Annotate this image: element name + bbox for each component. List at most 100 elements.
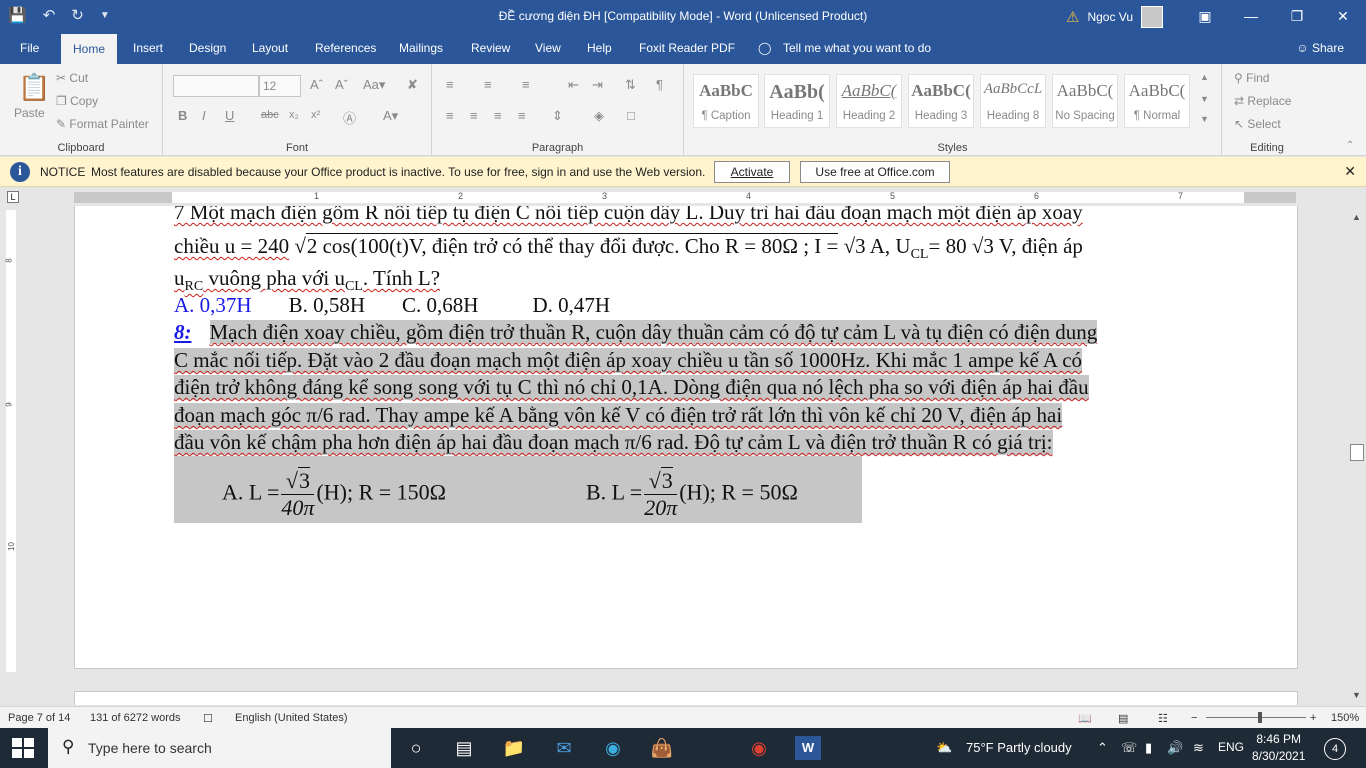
zoom-out-icon[interactable]: − [1191, 712, 1197, 724]
paste-button[interactable]: Paste [14, 106, 45, 120]
zoom-slider[interactable] [1206, 717, 1306, 718]
use-free-button[interactable]: Use free at Office.com [800, 161, 950, 183]
taskbar-search[interactable]: ⚲ Type here to search [48, 728, 391, 768]
style-no-spacing[interactable]: AaBbC(No Spacing [1052, 74, 1118, 128]
change-case-icon[interactable]: Aa▾ [363, 77, 385, 93]
tab-view[interactable]: View [535, 41, 561, 55]
underline-icon[interactable]: U [225, 108, 234, 123]
vertical-ruler[interactable]: 8 9 10 [5, 210, 16, 672]
clock[interactable]: 8:46 PM 8/30/2021 [1252, 731, 1305, 765]
tell-me-search[interactable]: Tell me what you want to do [783, 41, 931, 55]
decrease-indent-icon[interactable]: ⇤ [568, 77, 579, 93]
weather-icon[interactable]: ⛅ [936, 740, 952, 756]
minimize-button[interactable]: — [1228, 0, 1274, 32]
align-center-icon[interactable]: ≡ [470, 108, 478, 123]
tab-mailings[interactable]: Mailings [399, 41, 443, 55]
user-area[interactable]: ⚠ Ngoc Vu [1066, 6, 1164, 28]
tab-foxit[interactable]: Foxit Reader PDF [639, 41, 735, 55]
font-size-select[interactable]: 12 [259, 75, 301, 97]
read-mode-icon[interactable]: 📖 [1078, 712, 1092, 725]
zoom-in-icon[interactable]: + [1310, 712, 1316, 724]
bold-icon[interactable]: B [178, 108, 187, 123]
copy-button[interactable]: ❐ Copy [56, 94, 98, 108]
language-tray[interactable]: ENG [1218, 740, 1244, 754]
bullets-icon[interactable]: ≡ [446, 77, 454, 92]
weather-text[interactable]: 75°F Partly cloudy [966, 740, 1072, 755]
chrome-icon[interactable]: ◉ [746, 736, 772, 760]
store-icon[interactable]: 👜 [649, 736, 675, 760]
borders-icon[interactable]: □ [627, 108, 635, 123]
increase-indent-icon[interactable]: ⇥ [592, 77, 603, 93]
font-color-icon[interactable]: A▾ [383, 108, 398, 124]
scroll-down-icon[interactable]: ▼ [1352, 690, 1361, 700]
styles-more-icon[interactable]: ▼ [1200, 114, 1209, 124]
numbering-icon[interactable]: ≡ [484, 77, 492, 92]
sort-icon[interactable]: ⇅ [625, 77, 636, 93]
edge-icon[interactable]: ◉ [600, 736, 626, 760]
file-explorer-icon[interactable]: 📁 [501, 736, 527, 760]
word-icon[interactable]: W [795, 736, 821, 760]
grow-font-icon[interactable]: Aˆ [310, 77, 323, 92]
cut-button[interactable]: ✂ Cut [56, 71, 88, 85]
task-view-icon[interactable]: ▤ [451, 736, 477, 760]
style-heading3[interactable]: AaBbC(Heading 3 [908, 74, 974, 128]
volume-icon[interactable]: 🔊 [1167, 740, 1183, 756]
mail-icon[interactable]: ✉ [551, 736, 577, 760]
multilevel-list-icon[interactable]: ≡ [522, 77, 530, 92]
scroll-up-icon[interactable]: ▲ [1352, 212, 1361, 222]
collapse-ribbon-icon[interactable]: ⌃ [1346, 140, 1354, 151]
clear-format-icon[interactable]: ✘ [407, 77, 418, 93]
tab-file[interactable]: File [20, 41, 39, 55]
word-count[interactable]: 131 of 6272 words [90, 712, 181, 724]
tray-chevron-icon[interactable]: ⌃ [1097, 740, 1108, 756]
style-caption[interactable]: AaBbC ¶ Caption [693, 74, 759, 128]
select-button[interactable]: ↖ Select [1234, 117, 1281, 131]
italic-icon[interactable]: I [202, 108, 206, 123]
subscript-icon[interactable]: x₂ [289, 109, 299, 121]
web-layout-icon[interactable]: ☷ [1158, 712, 1168, 725]
font-name-select[interactable] [173, 75, 259, 97]
align-right-icon[interactable]: ≡ [494, 108, 502, 123]
style-heading1[interactable]: AaBb(Heading 1 [764, 74, 830, 128]
language-indicator[interactable]: English (United States) [235, 712, 348, 724]
style-heading2[interactable]: AaBbC(Heading 2 [836, 74, 902, 128]
user-name[interactable]: Ngoc Vu [1087, 10, 1133, 24]
tab-layout[interactable]: Layout [252, 41, 288, 55]
shrink-font-icon[interactable]: Aˇ [335, 77, 348, 92]
zoom-level[interactable]: 150% [1331, 712, 1359, 724]
shading-icon[interactable]: ◈ [594, 108, 604, 124]
ruler-bar[interactable]: 1 2 3 4 5 6 7 [74, 191, 1296, 203]
restore-button[interactable]: ❐ [1274, 0, 1320, 32]
close-button[interactable]: ✕ [1320, 0, 1366, 32]
line-spacing-icon[interactable]: ⇕ [552, 108, 563, 124]
notification-badge[interactable]: 4 [1324, 738, 1346, 760]
pilcrow-icon[interactable]: ¶ [656, 77, 663, 92]
windows-start-icon[interactable] [12, 738, 34, 758]
tab-help[interactable]: Help [587, 41, 612, 55]
next-page[interactable] [74, 691, 1298, 705]
style-normal[interactable]: AaBbC(¶ Normal [1124, 74, 1190, 128]
print-layout-icon[interactable]: ▤ [1118, 712, 1128, 725]
proofing-icon[interactable]: ☐ [203, 712, 213, 725]
close-icon[interactable]: ✕ [1344, 163, 1356, 180]
justify-icon[interactable]: ≡ [518, 108, 526, 123]
replace-button[interactable]: ⇄ Replace [1234, 94, 1291, 108]
ribbon-display-icon[interactable]: ▣ [1182, 0, 1228, 32]
cortana-icon[interactable]: ○ [403, 736, 429, 760]
tab-selector[interactable]: L [7, 191, 19, 203]
wifi-icon[interactable]: ≋ [1193, 740, 1204, 756]
tab-review[interactable]: Review [471, 41, 510, 55]
zoom-slider-thumb[interactable] [1258, 712, 1262, 723]
strikethrough-icon[interactable]: abc [261, 109, 279, 121]
text-effects-icon[interactable]: Ⓐ [343, 108, 356, 127]
superscript-icon[interactable]: x² [311, 109, 320, 121]
document-page[interactable]: 7 Một mạch điện gồm R nối tiếp tụ điện C… [74, 206, 1298, 669]
network-icon[interactable]: ☏ [1121, 740, 1137, 756]
avatar[interactable] [1141, 6, 1164, 28]
tab-design[interactable]: Design [189, 41, 226, 55]
tab-insert[interactable]: Insert [133, 41, 163, 55]
scroll-thumb[interactable] [1350, 444, 1364, 461]
page-indicator[interactable]: Page 7 of 14 [8, 712, 70, 724]
styles-scroll-down-icon[interactable]: ▼ [1200, 94, 1209, 104]
format-painter-button[interactable]: ✎ Format Painter [56, 117, 149, 131]
